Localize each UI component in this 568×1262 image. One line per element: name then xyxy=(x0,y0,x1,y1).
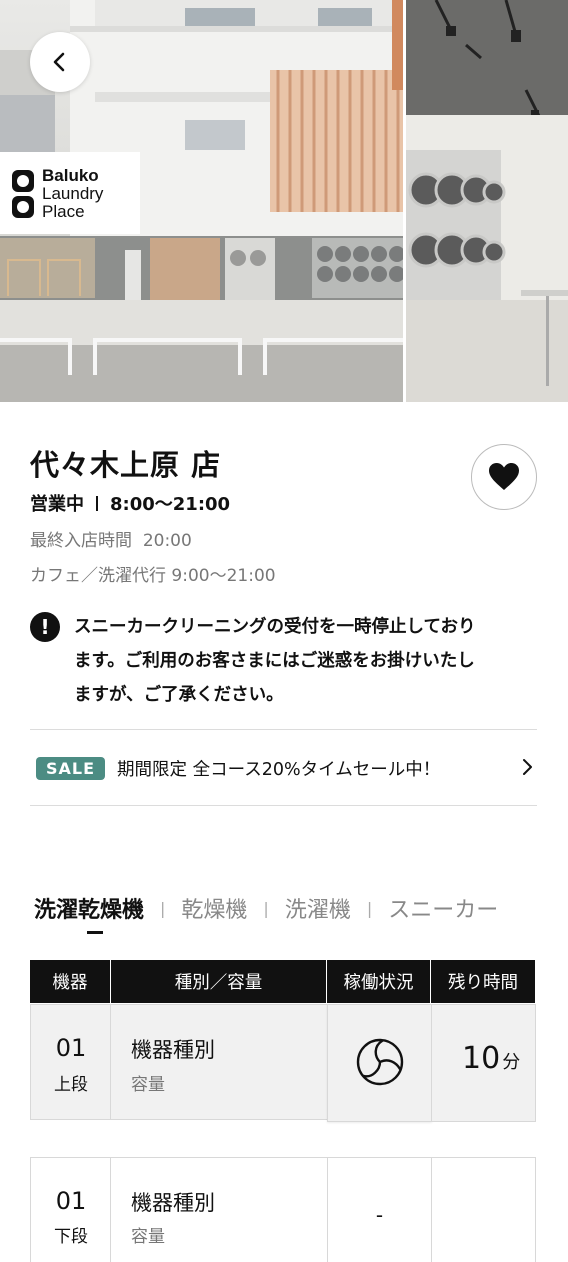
favorite-button[interactable] xyxy=(471,444,537,510)
store-interior-photo xyxy=(406,0,568,402)
machine-position: 下段 xyxy=(54,1227,88,1247)
machine-capacity: 容量 xyxy=(131,1075,165,1095)
heart-icon xyxy=(489,463,519,490)
opening-hours: 8:00〜21:00 xyxy=(110,494,231,515)
tab-dryer[interactable]: 乾燥機 xyxy=(181,892,247,924)
last-entry-time: 20:00 xyxy=(142,531,192,551)
machine-capacity: 容量 xyxy=(131,1227,165,1247)
suspension-notice: ! スニーカークリーニングの受付を一時停止しており ます。ご利用のお客さまにはご… xyxy=(30,612,540,712)
sale-banner[interactable]: SALE 期間限定 全コース20%タイムセール中！ xyxy=(30,731,537,805)
spinning-drum-icon xyxy=(356,1038,404,1086)
machine-type-tabs: 洗濯乾燥機 | 乾燥機 | 洗濯機 | スニーカー xyxy=(34,890,568,926)
store-photo-carousel[interactable]: Baluko Laundry Place xyxy=(0,0,568,402)
chevron-right-icon xyxy=(523,759,532,775)
machine-number: 01 xyxy=(55,1187,87,1215)
machine-position: 上段 xyxy=(54,1075,88,1095)
business-hours: 営業中 8:00〜21:00 xyxy=(30,490,230,516)
machine-number: 01 xyxy=(55,1034,87,1062)
tab-washer-dryer[interactable]: 洗濯乾燥機 xyxy=(34,892,144,924)
store-name: 代々木上原 店 xyxy=(30,448,222,482)
notice-text: スニーカークリーニングの受付を一時停止しており ます。ご利用のお客さまにはご迷惑… xyxy=(74,617,476,705)
divider xyxy=(30,805,537,806)
sale-text: 期間限定 全コース20%タイムセール中！ xyxy=(117,759,441,780)
back-button[interactable] xyxy=(30,32,90,92)
last-entry-line: 最終入店時間 20:00 xyxy=(30,526,192,551)
divider xyxy=(30,729,537,730)
col-header-type: 種別／容量 xyxy=(111,960,326,1003)
status-idle: - xyxy=(375,1203,384,1227)
machine-type: 機器種別 xyxy=(131,1191,215,1215)
divider-bar xyxy=(96,495,98,511)
remaining-time: 10 分 xyxy=(462,1041,521,1076)
chevron-left-icon xyxy=(53,52,65,72)
col-header-machine: 機器 xyxy=(30,960,110,1003)
col-header-remaining: 残り時間 xyxy=(431,960,535,1003)
active-tab-indicator xyxy=(87,931,103,934)
tab-washer[interactable]: 洗濯機 xyxy=(285,892,351,924)
col-header-status: 稼働状況 xyxy=(327,960,430,1003)
cafe-hours: カフェ／洗濯代行 9:00〜21:00 xyxy=(30,566,276,586)
tab-sneaker[interactable]: スニーカー xyxy=(388,892,498,924)
open-status: 営業中 xyxy=(30,494,84,515)
last-entry-label: 最終入店時間 xyxy=(30,531,132,551)
machine-type: 機器種別 xyxy=(131,1038,215,1062)
sale-badge: SALE xyxy=(36,756,106,780)
exclamation-circle-icon: ! xyxy=(30,612,60,642)
brand-logo-text: Baluko Laundry Place xyxy=(42,166,104,221)
